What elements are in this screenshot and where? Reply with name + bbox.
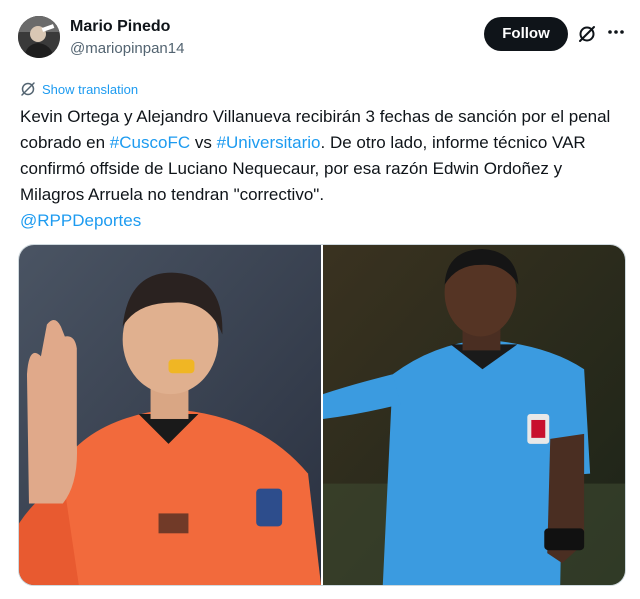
author-name[interactable]: Mario Pinedo xyxy=(70,18,170,36)
grok-icon[interactable] xyxy=(577,24,597,44)
translate-icon xyxy=(21,82,35,96)
follow-button[interactable]: Follow xyxy=(484,17,568,51)
referee-orange-photo-icon xyxy=(19,245,321,585)
hashtag-link-cuscofc[interactable]: #CuscoFC xyxy=(110,133,190,152)
media-grid xyxy=(18,244,626,586)
author-handle[interactable]: @mariopinpan14 xyxy=(70,40,184,57)
show-translation-link[interactable]: Show translation xyxy=(42,82,138,97)
referee-blue-photo-icon xyxy=(323,245,625,585)
tweet-text: Kevin Ortega y Alejandro Villanueva reci… xyxy=(20,104,620,234)
photo-right[interactable] xyxy=(323,245,625,585)
hashtag-link-universitario[interactable]: #Universitario xyxy=(217,133,321,152)
more-options-icon[interactable] xyxy=(606,22,626,42)
photo-left[interactable] xyxy=(19,245,321,585)
avatar[interactable] xyxy=(18,16,60,58)
avatar-photo-icon xyxy=(18,16,60,58)
tweet-text-segment: vs xyxy=(190,133,217,152)
translate-row[interactable]: Show translation xyxy=(20,80,138,98)
mention-link-rppdeportes[interactable]: @RPPDeportes xyxy=(20,211,141,230)
